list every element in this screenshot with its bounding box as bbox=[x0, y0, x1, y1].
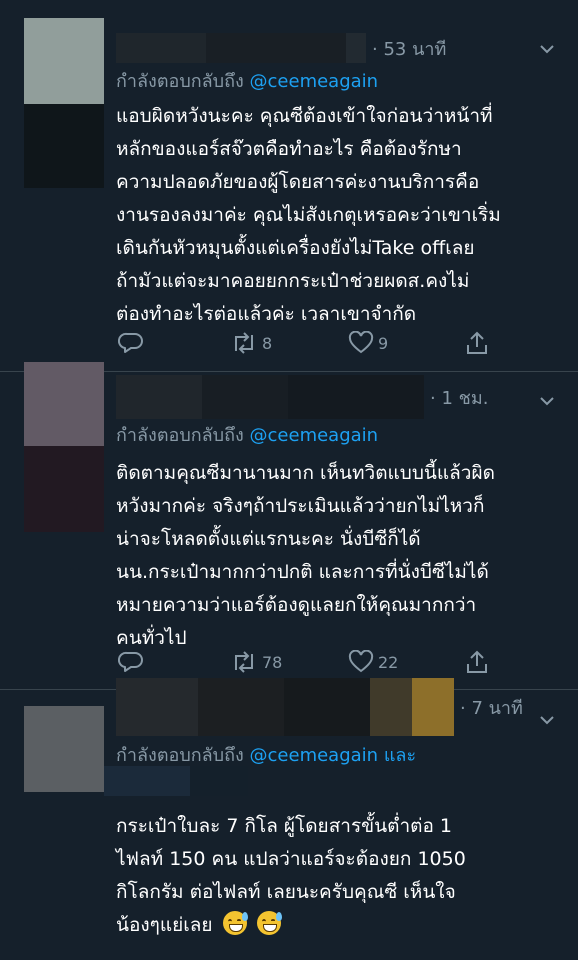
tweet-actions: 8 9 bbox=[116, 328, 506, 358]
like-button[interactable]: 9 bbox=[348, 328, 388, 358]
tweet-timestamp[interactable]: · 53 นาที bbox=[372, 34, 446, 63]
tweet-text: กระเป๋าใบละ 7 กิโล ผู้โดยสารขั้นต่ำต่อ 1… bbox=[116, 815, 466, 936]
author-name-redacted[interactable]: · 7 นาที bbox=[116, 678, 523, 736]
redacted-handle bbox=[104, 766, 248, 796]
like-count: 9 bbox=[378, 333, 389, 353]
grinning-face-with-sweat-icon bbox=[256, 911, 282, 935]
tweet-text: แอบผิดหวังนะคะ คุณซีต้องเข้าใจก่อนว่าหน้… bbox=[116, 105, 501, 325]
reply-feed: · 53 นาที กำลังตอบกลับถึง @ceemeagain แอ… bbox=[0, 0, 578, 960]
replying-to: กำลังตอบกลับถึง @ceemeagain และ bbox=[116, 745, 417, 766]
replying-to: กำลังตอบกลับถึง @ceemeagain bbox=[116, 71, 379, 92]
tweet-timestamp[interactable]: · 1 ชม. bbox=[430, 383, 488, 412]
tweet-timestamp[interactable]: · 7 นาที bbox=[460, 693, 523, 722]
retweet-count: 8 bbox=[262, 333, 273, 353]
tweet[interactable]: · 1 ชม. กำลังตอบกลับถึง @ceemeagain ติดต… bbox=[0, 362, 578, 690]
grinning-face-with-sweat-icon bbox=[222, 911, 248, 935]
retweet-count: 78 bbox=[262, 652, 283, 672]
like-count: 22 bbox=[378, 652, 399, 672]
share-button[interactable] bbox=[464, 328, 490, 358]
chevron-down-icon[interactable] bbox=[538, 392, 556, 410]
retweet-icon bbox=[235, 332, 253, 354]
heart-icon bbox=[348, 331, 374, 354]
avatar[interactable] bbox=[24, 706, 104, 792]
reply-handle-link[interactable]: @ceemeagain bbox=[250, 71, 379, 92]
reply-icon bbox=[118, 651, 143, 672]
reply-button[interactable] bbox=[118, 647, 144, 677]
share-button[interactable] bbox=[464, 647, 490, 677]
avatar[interactable] bbox=[24, 18, 104, 188]
tweet-actions: 78 22 bbox=[116, 647, 506, 677]
reply-icon bbox=[118, 332, 143, 353]
avatar[interactable] bbox=[24, 362, 104, 532]
reply-handle-link[interactable]: @ceemeagain bbox=[250, 745, 379, 766]
like-button[interactable]: 22 bbox=[348, 647, 398, 677]
retweet-button[interactable]: 78 bbox=[230, 647, 282, 677]
chevron-down-icon[interactable] bbox=[538, 40, 556, 58]
chevron-down-icon[interactable] bbox=[538, 711, 556, 729]
retweet-icon bbox=[235, 651, 253, 673]
share-icon bbox=[467, 650, 487, 673]
reply-handle-link[interactable]: @ceemeagain bbox=[250, 425, 379, 446]
replying-to: กำลังตอบกลับถึง @ceemeagain bbox=[116, 425, 379, 446]
author-name-redacted[interactable]: · 1 ชม. bbox=[116, 375, 488, 419]
share-icon bbox=[467, 331, 487, 354]
reply-button[interactable] bbox=[118, 328, 144, 358]
tweet[interactable]: · 53 นาที กำลังตอบกลับถึง @ceemeagain แอ… bbox=[0, 0, 578, 372]
author-name-redacted[interactable]: · 53 นาที bbox=[116, 33, 446, 63]
heart-icon bbox=[348, 650, 374, 673]
tweet-text: ติดตามคุณซีมานานมาก เห็นทวิตแบบนี้แล้วผิ… bbox=[116, 462, 495, 649]
retweet-button[interactable]: 8 bbox=[230, 328, 272, 358]
tweet[interactable]: · 7 นาที กำลังตอบกลับถึง @ceemeagain และ… bbox=[0, 678, 578, 960]
